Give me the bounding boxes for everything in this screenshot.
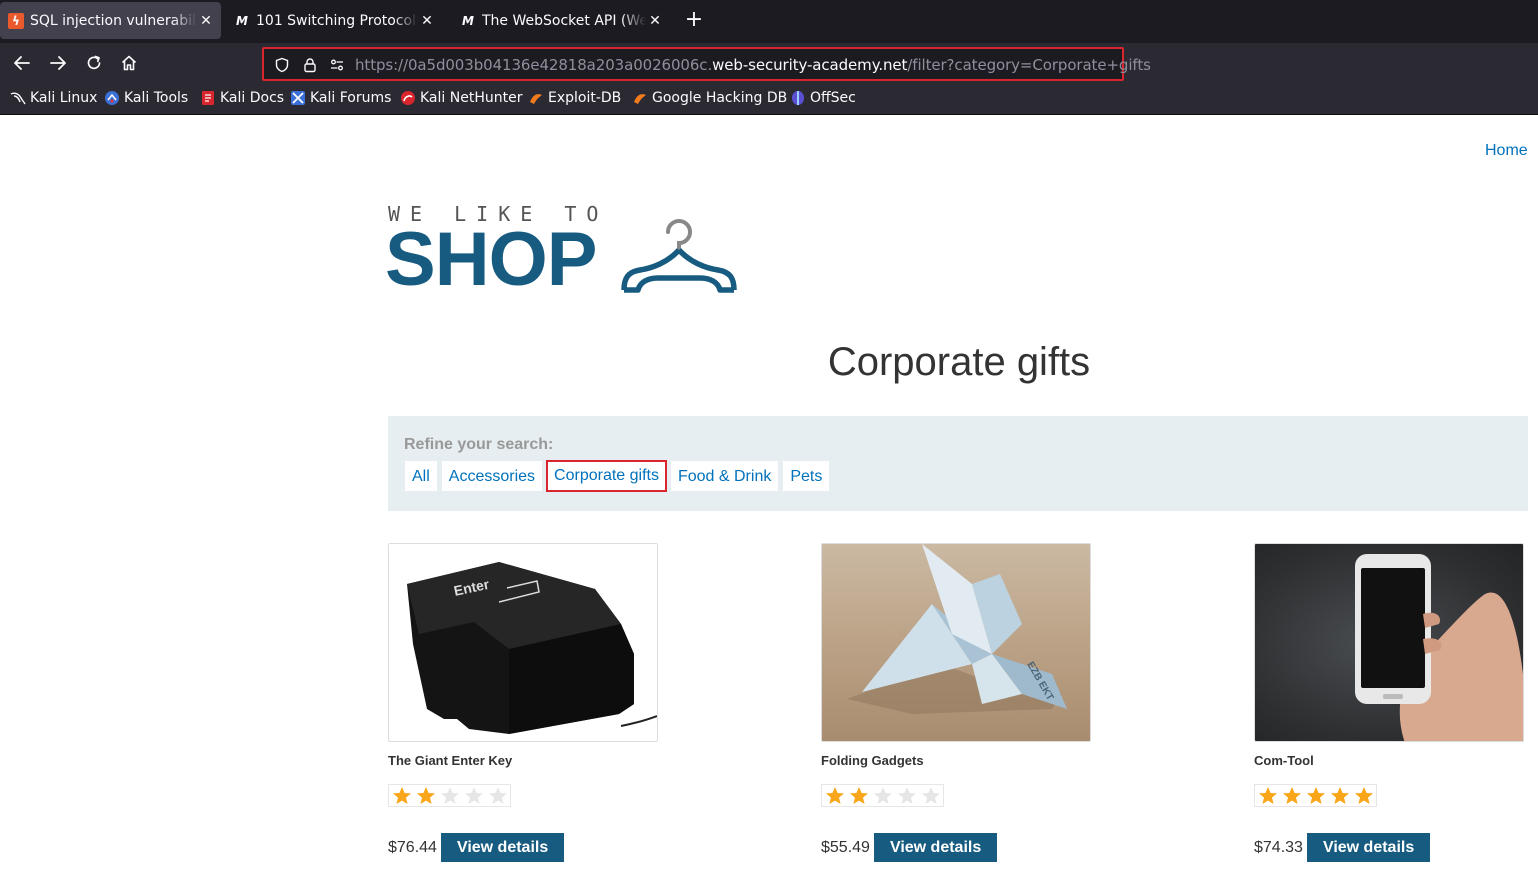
mdn-icon: M [462,13,474,28]
bookmark-exploit-db[interactable]: Exploit-DB [528,90,621,106]
star-filled-icon [1304,785,1328,807]
close-icon[interactable]: ✕ [646,13,664,29]
forward-arrow-icon[interactable] [45,51,71,75]
product-image-giant-enter-key[interactable]: Enter [388,543,658,742]
kali-dragon-icon [10,92,26,105]
product-price: $76.44 [388,838,437,856]
permissions-icon[interactable] [329,57,345,73]
close-icon[interactable]: ✕ [197,13,215,29]
portswigger-icon: ϟ [8,12,24,29]
offsec-icon [792,91,804,105]
filter-all[interactable]: All [404,460,438,492]
bookmark-offsec[interactable]: OffSec [790,90,856,106]
star-filled-icon [847,785,871,807]
filter-corporate-gifts[interactable]: Corporate gifts [546,460,667,492]
bookmark-label: OffSec [810,90,856,106]
filter-options: All Accessories Corporate gifts Food & D… [404,460,833,492]
filter-label: Refine your search: [404,436,554,453]
back-arrow-icon[interactable] [9,51,35,75]
mdn-icon: M [236,13,248,28]
url-text[interactable]: https://0a5d003b04136e42818a203a0026006c… [355,56,1151,74]
tab-bar: ϟ SQL injection vulnerability ✕ M 101 Sw… [0,0,1538,43]
bookmark-label: Kali Docs [220,90,285,106]
view-details-button[interactable]: View details [1306,833,1431,862]
address-bar[interactable]: https://0a5d003b04136e42818a203a0026006c… [262,47,1151,81]
home-link[interactable]: Home [1485,142,1528,160]
kali-docs-icon [202,91,214,105]
exploit-db-icon [530,94,542,104]
close-icon[interactable]: ✕ [418,13,436,29]
bookmark-label: Kali Forums [310,90,392,106]
star-empty-icon [871,785,895,807]
url-path: /filter?category=Corporate+gifts [907,56,1151,74]
product-name: The Giant Enter Key [388,753,513,768]
logo-word: SHOP [385,217,597,302]
product-price: $74.33 [1254,838,1303,856]
view-details-button[interactable]: View details [440,833,565,862]
kali-tools-icon [105,91,119,105]
star-empty-icon [486,785,510,807]
bookmark-kali-forums[interactable]: Kali Forums [290,90,391,106]
tab-websocket-api[interactable]: M The WebSocket API (WebSockets) ✕ [452,2,670,39]
view-details-button[interactable]: View details [873,833,998,862]
tab-title: The WebSocket API (WebSockets) [482,12,646,29]
bookmark-label: Kali Tools [124,90,189,106]
rating-stars [388,784,511,807]
star-filled-icon [1328,785,1352,807]
bookmark-kali-docs[interactable]: Kali Docs [200,90,284,106]
tab-title: 101 Switching Protocols - HTTP [256,12,418,29]
tab-title: SQL injection vulnerability [30,12,197,29]
new-tab-plus-icon[interactable]: + [683,9,705,33]
kali-nethunter-icon [401,91,415,105]
url-domain: web-security-academy.net [712,56,908,74]
star-filled-icon [390,785,414,807]
bookmark-kali-linux[interactable]: Kali Linux [10,90,97,106]
bookmark-label: Kali NetHunter [420,90,523,106]
url-prefix: https://0a5d003b04136e42818a203a0026006c… [355,56,713,74]
product-image-folding-gadgets[interactable]: EZB EKT [821,543,1091,742]
bookmarks-toolbar: Kali Linux Kali Tools Kali Docs Kali For… [0,83,1538,115]
filter-panel: Refine your search: All Accessories Corp… [388,416,1528,511]
product-price: $55.49 [821,838,870,856]
star-empty-icon [438,785,462,807]
bookmark-label: Kali Linux [30,90,98,106]
product-card: EZB EKT Folding Gadgets $55.49 View deta… [821,543,1091,862]
shop-logo[interactable]: WE LIKE TO SHOP [385,200,740,300]
lock-icon[interactable] [302,57,318,73]
star-empty-icon [895,785,919,807]
bookmark-google-hacking-db[interactable]: Google Hacking DB [632,90,787,106]
bookmark-kali-tools[interactable]: Kali Tools [104,90,188,106]
home-icon[interactable] [116,51,142,75]
rating-stars [1254,784,1377,807]
star-filled-icon [823,785,847,807]
ghdb-icon [634,94,646,104]
hanger-icon [621,219,737,293]
filter-accessories[interactable]: Accessories [440,460,544,492]
product-image-com-tool[interactable] [1254,543,1524,742]
filter-food-drink[interactable]: Food & Drink [669,460,780,492]
star-filled-icon [1256,785,1280,807]
star-empty-icon [919,785,943,807]
product-name: Com-Tool [1254,753,1314,768]
tracking-shield-icon[interactable] [274,57,290,73]
product-card: Enter The Giant Enter Key $76.44 View de… [388,543,658,862]
page-title: Corporate gifts [827,340,1091,384]
rating-stars [821,784,944,807]
tab-switching-protocols[interactable]: M 101 Switching Protocols - HTTP ✕ [226,2,442,39]
kali-forums-icon [291,91,305,105]
tab-sql-injection[interactable]: ϟ SQL injection vulnerability ✕ [0,2,221,39]
reload-icon[interactable] [81,51,107,75]
bookmark-label: Google Hacking DB [652,90,788,106]
bookmark-label: Exploit-DB [548,90,622,106]
navigation-toolbar: https://0a5d003b04136e42818a203a0026006c… [0,43,1538,83]
star-filled-icon [1280,785,1304,807]
filter-pets[interactable]: Pets [782,460,831,492]
star-filled-icon [1352,785,1376,807]
product-name: Folding Gadgets [821,753,924,768]
star-empty-icon [462,785,486,807]
bookmark-kali-nethunter[interactable]: Kali NetHunter [400,90,522,106]
star-filled-icon [414,785,438,807]
product-card: Com-Tool $74.33 View details [1254,543,1524,862]
